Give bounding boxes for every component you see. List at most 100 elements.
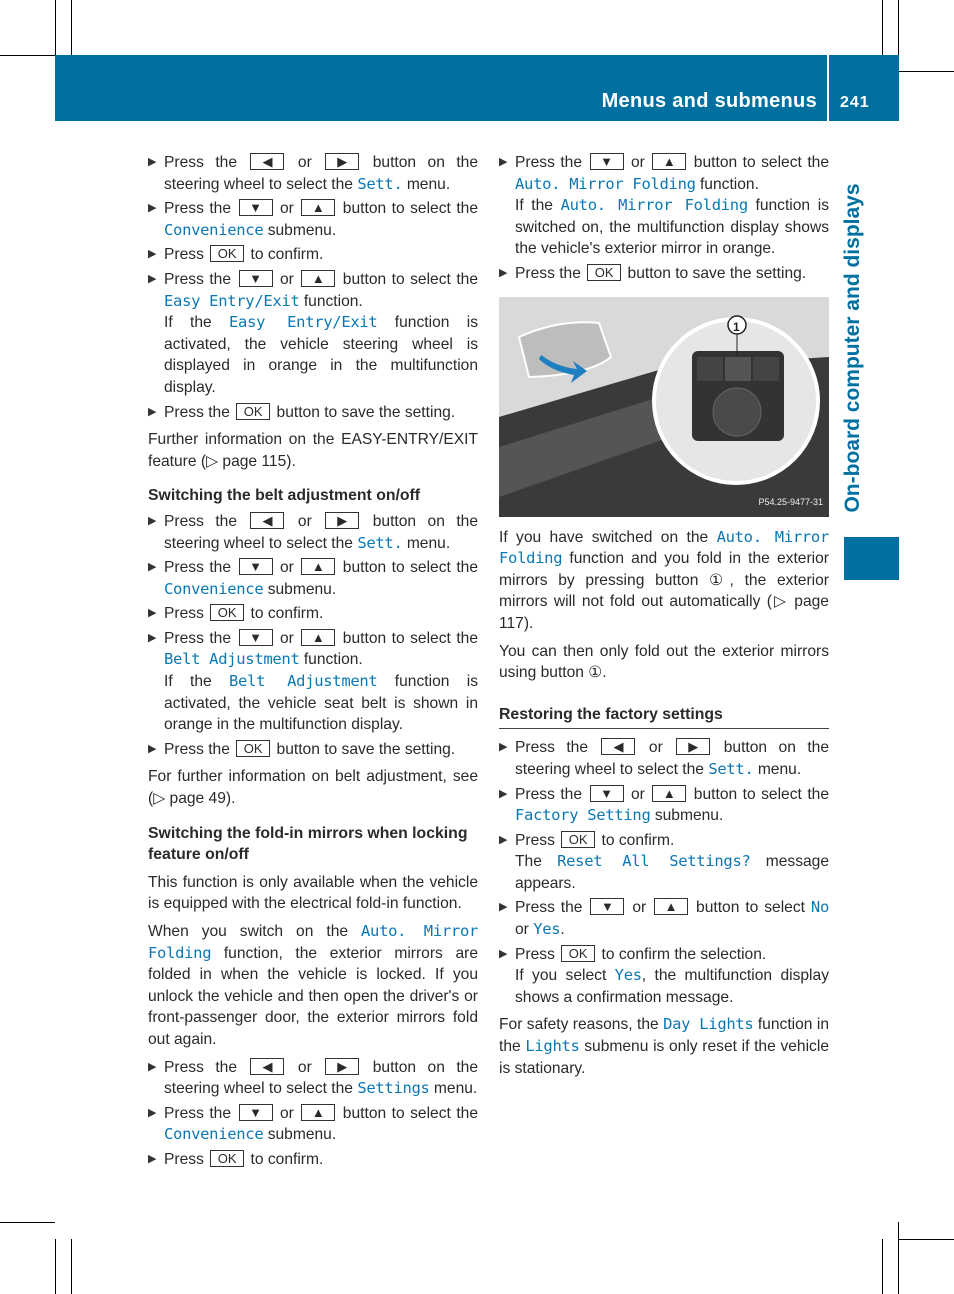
instruction-step: ▶ Press OK to confirm. xyxy=(148,1149,478,1171)
text: button to select xyxy=(690,899,811,917)
text: menu. xyxy=(402,534,451,552)
key-symbol: OK xyxy=(561,944,596,962)
paragraph: When you switch on the Auto. Mirror Fold… xyxy=(148,921,478,1051)
instruction-step: ▶ Press the ▼ or ▲ button to select the C… xyxy=(148,557,478,600)
crop-mark xyxy=(0,1222,55,1223)
text: or xyxy=(637,739,675,757)
text: For safety reasons, the xyxy=(499,1016,664,1034)
bullet-arrow-icon: ▶ xyxy=(499,833,508,846)
text: or xyxy=(274,270,300,288)
key-symbol: ▲ xyxy=(301,269,336,287)
instruction-step: ▶ Press the ▼ or ▲ button to select the C… xyxy=(148,1103,478,1146)
text: Press the xyxy=(515,739,600,757)
display-text: Yes xyxy=(533,920,561,939)
display-text: Auto. Mirror Folding xyxy=(560,196,749,215)
text: menu. xyxy=(753,760,802,778)
key-symbol: ◀ xyxy=(250,511,285,529)
key-symbol: ▼ xyxy=(238,1103,273,1121)
instruction-step: ▶ Press the ▼ or ▲ button to select the F… xyxy=(499,784,829,827)
bullet-arrow-icon: ▶ xyxy=(148,561,157,574)
text: submenu. xyxy=(263,580,337,598)
instruction-step: ▶ Press the ▼ or ▲ button to select No or… xyxy=(499,897,829,940)
divider xyxy=(827,55,829,121)
display-text: Sett. xyxy=(708,759,754,778)
text: Press the xyxy=(515,785,588,803)
paragraph: You can then only fold out the exterior … xyxy=(499,641,829,684)
key-symbol: ◀ xyxy=(601,738,636,756)
text: or xyxy=(286,512,324,530)
crop-mark xyxy=(898,0,899,55)
display-text: Sett. xyxy=(357,533,403,552)
mirror-illustration xyxy=(499,296,829,517)
bullet-arrow-icon: ▶ xyxy=(148,272,157,285)
text: For further information on belt adjustme… xyxy=(148,768,478,808)
bullet-arrow-icon: ▶ xyxy=(148,631,157,644)
key-symbol: OK xyxy=(236,739,271,757)
crop-mark xyxy=(898,1222,899,1294)
crop-mark xyxy=(55,0,56,55)
text: Press the xyxy=(164,403,235,421)
text: button to save the setting. xyxy=(272,403,456,421)
display-text: Yes xyxy=(614,966,642,985)
instruction-step: ▶ Press the ▼ or ▲ button to select the E… xyxy=(148,269,478,399)
key-symbol: OK xyxy=(210,1149,245,1167)
crop-mark xyxy=(882,0,883,55)
key-symbol: ▼ xyxy=(238,628,273,646)
text: menu. xyxy=(429,1080,478,1098)
instruction-step: ▶ Press OK to confirm. xyxy=(148,244,478,266)
text: Further information on the EASY-ENTRY/EX… xyxy=(148,431,478,470)
key-symbol: ◀ xyxy=(250,1057,285,1075)
chapter-tab-marker xyxy=(844,537,899,580)
bullet-arrow-icon: ▶ xyxy=(148,1106,157,1119)
text: Press the xyxy=(164,154,249,171)
text: menu. xyxy=(402,175,451,193)
text: button to select the xyxy=(688,154,830,171)
text: If you select xyxy=(515,967,615,985)
instruction-step: ▶ Press the ◀ or ▶ button on the steering… xyxy=(148,1057,478,1100)
text: Press the xyxy=(164,629,237,647)
key-symbol: ▲ xyxy=(301,199,336,217)
display-text: No xyxy=(810,898,829,917)
bullet-arrow-icon: ▶ xyxy=(148,156,157,168)
instruction-step: ▶ Press the OK button to save the setting… xyxy=(148,739,478,761)
key-symbol: OK xyxy=(236,402,271,420)
display-text: Easy Entry/Exit xyxy=(164,291,300,310)
crop-mark xyxy=(899,1239,954,1240)
text: button to save the setting. xyxy=(623,264,807,282)
instruction-step: ▶ Press the OK button to save the setting… xyxy=(499,263,829,285)
key-symbol: ▼ xyxy=(238,558,273,576)
display-text: Easy Entry/Exit xyxy=(229,313,378,332)
text: or xyxy=(286,154,324,171)
text: Switching the belt adjustment on/off xyxy=(148,487,421,505)
key-symbol: OK xyxy=(210,604,245,622)
display-text: Factory Setting xyxy=(515,806,651,825)
bullet-arrow-icon: ▶ xyxy=(148,248,157,261)
instruction-step: ▶ Press the OK button to save the setting… xyxy=(148,402,478,424)
key-symbol: ▲ xyxy=(652,784,687,802)
text: The xyxy=(515,853,558,871)
text: to confirm. xyxy=(246,1150,324,1168)
text: Press the xyxy=(515,899,589,917)
bullet-arrow-icon: ▶ xyxy=(148,742,157,755)
text: submenu. xyxy=(650,807,724,825)
key-symbol: ▲ xyxy=(301,628,336,646)
bullet-arrow-icon: ▶ xyxy=(148,202,157,215)
section-heading: Restoring the factory settings xyxy=(499,704,829,730)
section-heading: Switching the fold-in mirrors when locki… xyxy=(148,823,478,866)
key-symbol: ▼ xyxy=(589,784,624,802)
section-heading: Switching the belt adjustment on/off xyxy=(148,485,478,507)
text: button to select the xyxy=(337,200,479,218)
text: function. xyxy=(299,292,363,310)
display-text: Lights xyxy=(525,1037,580,1056)
key-symbol: ▼ xyxy=(590,898,625,916)
text: button to select the xyxy=(337,559,479,577)
text: If you have switched on the xyxy=(499,528,717,546)
section-title: Menus and submenus xyxy=(601,90,817,112)
text: Press xyxy=(515,945,560,963)
paragraph: For safety reasons, the Day Lights funct… xyxy=(499,1014,829,1079)
text: or xyxy=(625,154,651,171)
text: Press the xyxy=(164,270,237,288)
chapter-tab-label: On-board computer and displays xyxy=(841,183,864,513)
bullet-arrow-icon: ▶ xyxy=(499,787,508,800)
paragraph: For further information on belt adjustme… xyxy=(148,766,478,809)
